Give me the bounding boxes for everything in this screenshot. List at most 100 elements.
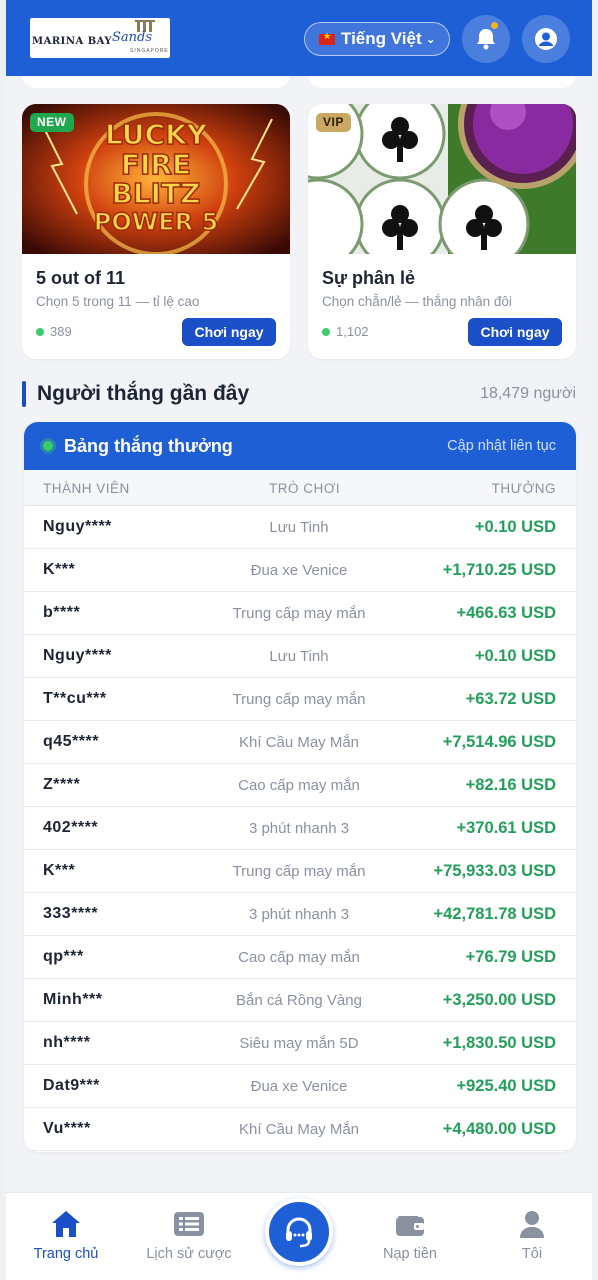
prize-amount: +466.63 USD	[456, 604, 556, 622]
new-badge: NEW	[30, 113, 74, 132]
support-button[interactable]	[265, 1198, 333, 1266]
game-name: 3 phút nhanh 3	[248, 906, 350, 923]
table-header: THÀNH VIÊN TRÒ CHƠI THƯỞNG	[24, 470, 576, 506]
prize-amount: +0.10 USD	[474, 647, 556, 665]
member-name: Z****	[43, 776, 81, 793]
table-row: K*** Trung cấp may mắn +75,933.03 USD	[24, 850, 576, 893]
member-name: 402****	[43, 819, 99, 836]
game-title: Sự phân lẻ	[322, 268, 416, 288]
prize-amount: +82.16 USD	[465, 776, 556, 794]
game-name: Trung cấp may mắn	[232, 605, 366, 622]
board-title: Bảng thắng thưởng	[64, 436, 233, 456]
game-subtitle: Chọn chẵn/lẻ — thắng nhân đôi	[322, 294, 512, 309]
prize-amount: +370.61 USD	[456, 819, 556, 837]
member-name: nh****	[43, 1034, 91, 1051]
list-icon	[174, 1212, 204, 1236]
game-name: Trung cấp may mắn	[232, 691, 366, 708]
table-row: K*** Đua xe Venice +1,710.25 USD	[24, 549, 576, 592]
user-circle-icon	[535, 28, 557, 50]
game-name: Cao cấp may mắn	[238, 777, 360, 794]
art-line-lucky: LUCKY	[105, 118, 208, 151]
member-name: q45****	[43, 733, 99, 750]
table-row: 333**** 3 phút nhanh 3 +42,781.78 USD	[24, 893, 576, 936]
table-row: T**cu*** Trung cấp may mắn +63.72 USD	[24, 678, 576, 721]
brand-logo[interactable]: MARINA BAY Sands SINGAPORE	[30, 18, 170, 58]
winners-board: Bảng thắng thưởng Cập nhật liên tục THÀN…	[24, 422, 576, 1152]
nav-history-label: Lịch sử cược	[146, 1246, 232, 1262]
nav-home-label: Trang chủ	[33, 1246, 99, 1262]
home-icon	[52, 1211, 80, 1237]
notification-button[interactable]	[462, 15, 510, 63]
prize-amount: +63.72 USD	[465, 690, 556, 708]
nav-deposit[interactable]: Nạp tiền	[360, 1207, 460, 1262]
prize-amount: +1,710.25 USD	[442, 561, 556, 579]
user-icon	[520, 1211, 544, 1238]
profile-button[interactable]	[522, 15, 570, 63]
table-row: Dat9*** Đua xe Venice +925.40 USD	[24, 1065, 576, 1108]
art-line-power: POWER 5	[94, 208, 218, 236]
table-row: Vu**** Khí Cầu May Mắn +4,480.00 USD	[24, 1108, 576, 1151]
play-now-button[interactable]: Chơi ngay	[468, 318, 562, 346]
member-name: Dat9***	[43, 1077, 100, 1094]
table-row: q45**** Khí Cầu May Mắn +7,514.96 USD	[24, 721, 576, 764]
nav-profile[interactable]: Tôi	[482, 1207, 582, 1262]
game-name: Lưu Tinh	[269, 519, 329, 536]
top-header: MARINA BAY Sands SINGAPORE Tiếng Việt ⌄	[6, 0, 592, 76]
art-line-blitz: BLITZ	[111, 177, 200, 210]
online-dot-icon	[36, 327, 44, 336]
table-row: qp*** Cao cấp may mắn +76.79 USD	[24, 936, 576, 979]
game-name: Lưu Tinh	[269, 648, 329, 665]
game-name: Đua xe Venice	[250, 1078, 348, 1095]
prize-amount: +3,250.00 USD	[442, 991, 556, 1009]
member-name: Nguy****	[43, 518, 112, 535]
vip-badge: VIP	[316, 113, 351, 132]
game-name: Trung cấp may mắn	[232, 863, 366, 880]
player-count-value: 1,102	[336, 324, 369, 339]
app-screen: MARINA BAY Sands SINGAPORE Tiếng Việt ⌄	[6, 0, 592, 1280]
prize-amount: +925.40 USD	[456, 1077, 556, 1095]
game-name: Bắn cá Rồng Vàng	[236, 992, 362, 1009]
game-name: Khí Cầu May Mắn	[238, 1121, 360, 1138]
table-row: Nguy**** Lưu Tinh +0.10 USD	[24, 635, 576, 678]
member-name: T**cu***	[43, 690, 107, 707]
table-row: Nguy**** Lưu Tinh +0.10 USD	[24, 506, 576, 549]
game-card[interactable]: VIP Sự phân lẻ Chọn chẵn/lẻ — thắng nhân…	[308, 104, 576, 359]
member-name: Nguy****	[43, 647, 112, 664]
language-label: Tiếng Việt	[341, 29, 422, 48]
player-count: 389	[36, 324, 72, 339]
board-status: Cập nhật liên tục	[447, 438, 556, 454]
play-now-button[interactable]: Chơi ngay	[182, 318, 276, 346]
winner-count: 18,479 người	[480, 385, 576, 402]
game-name: Khí Cầu May Mắn	[238, 734, 360, 751]
table-row: b**** Trung cấp may mắn +466.63 USD	[24, 592, 576, 635]
nav-home[interactable]: Trang chủ	[16, 1207, 116, 1262]
member-name: b****	[43, 604, 81, 621]
nav-history[interactable]: Lịch sử cược	[139, 1207, 239, 1262]
game-name: Cao cấp may mắn	[238, 949, 360, 966]
column-game: TRÒ CHƠI	[269, 481, 341, 496]
game-card[interactable]: LUCKY FIRE BLITZ POWER 5 NEW 5 out of 11…	[22, 104, 290, 359]
table-row: Minh*** Bắn cá Rồng Vàng +3,250.00 USD	[24, 979, 576, 1022]
table-row: nh**** Siêu may mắn 5D +1,830.50 USD	[24, 1022, 576, 1065]
game-subtitle: Chọn 5 trong 11 — tỉ lệ cao	[36, 294, 200, 309]
prize-amount: +75,933.03 USD	[433, 862, 556, 880]
column-prize: THƯỞNG	[491, 481, 556, 496]
logo-subtext: SINGAPORE	[130, 48, 169, 54]
section-title: Người thắng gần đây	[37, 382, 250, 405]
member-name: qp***	[43, 948, 84, 965]
game-name: 3 phút nhanh 3	[248, 820, 350, 837]
nav-deposit-label: Nạp tiền	[382, 1246, 437, 1262]
player-count: 1,102	[322, 324, 369, 339]
online-dot-icon	[322, 327, 330, 336]
game-name: Siêu may mắn 5D	[239, 1035, 359, 1052]
member-name: K***	[43, 862, 76, 879]
game-name: Đua xe Venice	[250, 562, 348, 579]
table-row: Z**** Cao cấp may mắn +82.16 USD	[24, 764, 576, 807]
live-dot-icon	[43, 441, 53, 451]
section-accent-bar	[22, 381, 26, 407]
prize-amount: +4,480.00 USD	[442, 1120, 556, 1138]
prize-amount: +0.10 USD	[474, 518, 556, 536]
language-selector[interactable]: Tiếng Việt ⌄	[304, 22, 450, 56]
game-title: 5 out of 11	[36, 268, 126, 288]
board-header: Bảng thắng thưởng Cập nhật liên tục	[24, 422, 576, 470]
